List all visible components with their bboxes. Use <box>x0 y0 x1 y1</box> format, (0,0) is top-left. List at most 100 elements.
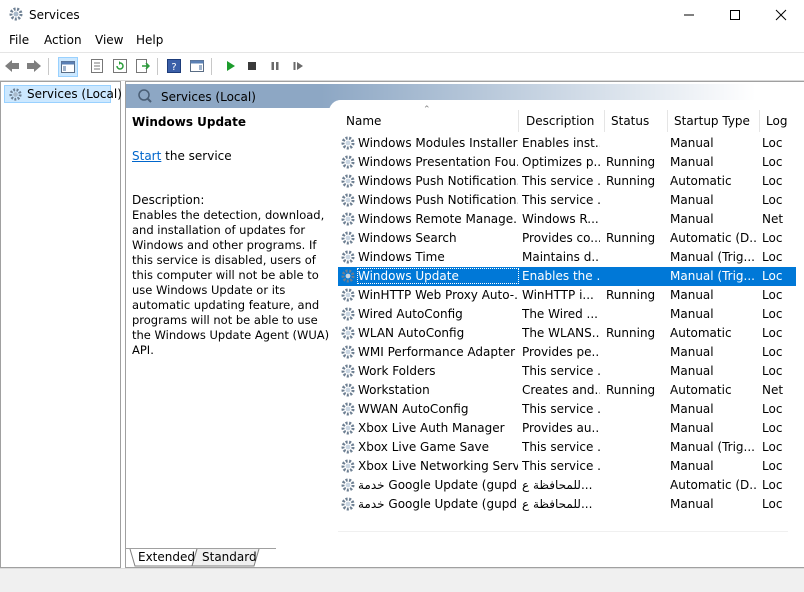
service-logon-cell: Loc <box>762 231 783 245</box>
action-pane-icon[interactable] <box>188 57 206 75</box>
service-startup-type-cell: Manual <box>670 345 714 359</box>
service-gear-icon <box>340 230 356 246</box>
table-row[interactable]: Workstation Creates and... Running Automati… <box>338 381 796 400</box>
service-gear-icon <box>340 496 356 512</box>
service-name-cell: Windows Modules Installer <box>358 136 518 150</box>
service-startup-type-cell: Manual <box>670 497 714 511</box>
table-row[interactable]: Windows Push Notification... This service… <box>338 191 796 210</box>
tree-item-services-local[interactable]: Services (Local) <box>4 85 122 103</box>
table-row[interactable]: Windows Time Maintains d... Manual (Trig..… <box>338 248 796 267</box>
menu-help[interactable]: Help <box>136 33 163 47</box>
table-row[interactable]: WinHTTP Web Proxy Auto-... WinHTTP i... Ru… <box>338 286 796 305</box>
menu-action[interactable]: Action <box>44 33 82 47</box>
column-header-description[interactable]: Description <box>526 114 594 128</box>
service-logon-cell: Loc <box>762 421 783 435</box>
service-description-cell: Optimizes p... <box>522 155 600 169</box>
service-description-cell: Enables the ... <box>522 269 600 283</box>
service-startup-type-cell: Automatic (D... <box>670 478 756 492</box>
table-row[interactable]: WLAN AutoConfig The WLANS... Running Automa… <box>338 324 796 343</box>
properties-icon[interactable] <box>88 57 106 75</box>
service-gear-icon <box>340 439 356 455</box>
start-service-line: Start the service <box>132 149 232 163</box>
table-row[interactable]: Xbox Live Game Save This service ... Manua… <box>338 438 796 457</box>
service-gear-icon <box>340 363 356 379</box>
maximize-button[interactable] <box>712 0 758 30</box>
back-arrow-icon[interactable] <box>3 57 21 75</box>
column-header-startup-type[interactable]: Startup Type <box>674 114 750 128</box>
column-header-status[interactable]: Status <box>611 114 649 128</box>
menu-file[interactable]: File <box>9 33 29 47</box>
service-description-cell: This service ... <box>522 402 600 416</box>
service-gear-icon <box>340 344 356 360</box>
show-hide-console-tree-icon[interactable] <box>58 57 78 77</box>
service-logon-cell: Loc <box>762 326 783 340</box>
help-icon[interactable]: ? <box>165 57 183 75</box>
table-row[interactable]: Windows Modules Installer Enables inst...… <box>338 134 796 153</box>
table-row[interactable]: Windows Remote Manage... Windows R... Manu… <box>338 210 796 229</box>
tab-standard[interactable]: Standard <box>196 550 263 566</box>
column-header-logon[interactable]: Log <box>766 114 787 128</box>
table-row[interactable]: خدمة Google Update (gupd... للمحافظة ع...… <box>338 495 796 514</box>
pause-service-icon[interactable] <box>266 57 284 75</box>
service-gear-icon <box>340 211 356 227</box>
service-logon-cell: Loc <box>762 402 783 416</box>
service-logon-cell: Net <box>762 383 784 397</box>
table-row[interactable]: Windows Search Provides co... Running Autom… <box>338 229 796 248</box>
export-list-icon[interactable] <box>134 57 152 75</box>
column-header-name[interactable]: Name <box>346 114 381 128</box>
table-row[interactable]: Wired AutoConfig The Wired ... Manual Loc <box>338 305 796 324</box>
window-title: Services <box>29 8 80 22</box>
table-row[interactable]: Xbox Live Auth Manager Provides au... Manu… <box>338 419 796 438</box>
start-service-icon[interactable] <box>221 57 239 75</box>
service-status-cell: Running <box>606 326 656 340</box>
service-name-cell: خدمة Google Update (gupd... <box>358 497 518 511</box>
search-magnifier-icon <box>137 88 153 107</box>
service-description-cell: WinHTTP i... <box>522 288 594 302</box>
tab-extended[interactable]: Extended <box>132 550 201 566</box>
service-name-cell: WMI Performance Adapter <box>358 345 516 359</box>
service-name-cell: خدمة Google Update (gupd... <box>358 478 518 492</box>
table-row[interactable]: Windows Presentation Fou... Optimizes p..… <box>338 153 796 172</box>
title-bar: Services <box>0 0 804 30</box>
service-status-cell: Running <box>606 383 656 397</box>
service-name-cell: Windows Search <box>358 231 457 245</box>
horizontal-scrollbar[interactable]: ‹ › <box>338 531 788 532</box>
service-name-cell: Xbox Live Game Save <box>358 440 490 454</box>
service-gear-icon <box>340 458 356 474</box>
description-text: Enables the detection, download, and ins… <box>132 208 330 357</box>
service-name-cell: Work Folders <box>358 364 436 378</box>
table-row[interactable]: Windows Update Enables the ... Manual (Tri… <box>338 267 796 286</box>
list-header: ⌃ Name Description Status Startup Type L… <box>329 100 804 132</box>
table-row[interactable]: WWAN AutoConfig This service ... Manual Loc <box>338 400 796 419</box>
table-row[interactable]: Work Folders This service ... Manual Loc <box>338 362 796 381</box>
service-name-cell: Windows Time <box>358 250 445 264</box>
service-name-cell: Windows Presentation Fou... <box>358 155 518 169</box>
forward-arrow-icon[interactable] <box>25 57 43 75</box>
service-startup-type-cell: Automatic <box>670 326 732 340</box>
service-description-cell: Provides au... <box>522 421 600 435</box>
resume-service-icon[interactable] <box>289 57 307 75</box>
service-gear-icon <box>340 401 356 417</box>
service-status-cell: Running <box>606 231 656 245</box>
tree-item-label: Services (Local) <box>27 87 122 101</box>
close-button[interactable] <box>758 0 804 30</box>
minimize-button[interactable] <box>666 0 712 30</box>
service-description-cell: This service ... <box>522 193 600 207</box>
refresh-icon[interactable] <box>111 57 129 75</box>
service-logon-cell: Loc <box>762 155 783 169</box>
table-row[interactable]: Windows Push Notification... This service… <box>338 172 796 191</box>
toolbar: ? <box>0 52 804 81</box>
service-startup-type-cell: Manual (Trig... <box>670 440 755 454</box>
service-gear-icon <box>340 154 356 170</box>
service-description-cell: This service ... <box>522 174 600 188</box>
service-status-cell: Running <box>606 155 656 169</box>
menu-view[interactable]: View <box>95 33 123 47</box>
table-row[interactable]: خدمة Google Update (gupd... للمحافظة ع...… <box>338 476 796 495</box>
service-startup-type-cell: Manual <box>670 307 714 321</box>
stop-service-icon[interactable] <box>243 57 261 75</box>
table-row[interactable]: Xbox Live Networking Service This service… <box>338 457 796 476</box>
table-row[interactable]: WMI Performance Adapter Provides pe... Man… <box>338 343 796 362</box>
start-service-link[interactable]: Start <box>132 149 161 163</box>
service-logon-cell: Loc <box>762 136 783 150</box>
service-logon-cell: Loc <box>762 497 783 511</box>
